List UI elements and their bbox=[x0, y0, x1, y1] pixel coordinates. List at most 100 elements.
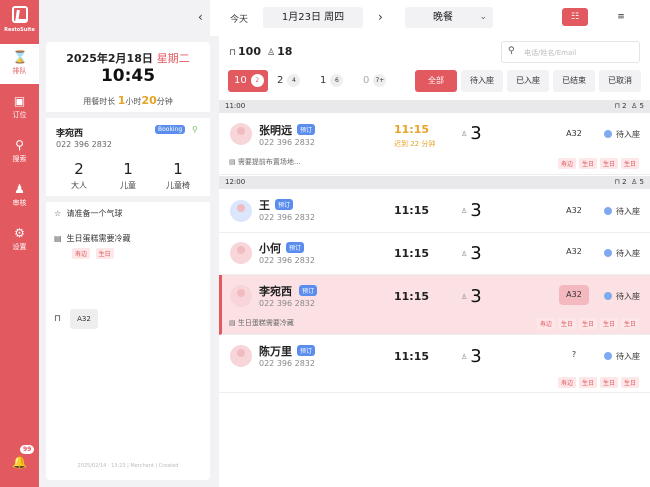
table-badge[interactable]: A32 bbox=[559, 201, 589, 221]
memo-note-text: 生日蛋糕需要冷藏 bbox=[66, 234, 131, 243]
time-section-header: 12:00 ⊓ 2 ♙ 5 bbox=[219, 176, 650, 189]
party-size-value: 3 bbox=[470, 346, 482, 367]
chevron-left-icon[interactable]: ‹ bbox=[198, 10, 203, 24]
party-filter-2[interactable]: 24 bbox=[271, 70, 311, 92]
party-size: ♙ 3 bbox=[461, 123, 482, 144]
reservation-row[interactable]: 陈万里 预订 022 396 2832 11:15 ♙ 3 ? 待入座 寿边 生日生… bbox=[219, 335, 650, 393]
status-filter-cancelled[interactable]: 已取消 bbox=[599, 70, 641, 92]
rail-item-booking[interactable]: ▣ 订位 bbox=[0, 88, 39, 128]
reservation-name: 陈万里 bbox=[259, 345, 292, 358]
guest-total-value: 18 bbox=[277, 45, 293, 58]
rail-item-queue[interactable]: ⌛ 排队 bbox=[0, 44, 39, 84]
tag-chip: 寿边 bbox=[557, 377, 576, 388]
status-label[interactable]: 待入座 bbox=[604, 291, 640, 302]
star-icon: ☆ bbox=[54, 209, 62, 218]
party-size: ♙ 3 bbox=[461, 200, 482, 221]
reservation-row[interactable]: 张明远 预订 022 396 2832 11:15 迟到 22 分钟 ♙ 3 A3… bbox=[219, 113, 650, 175]
reservation-tags: 寿边 生日 生日 生日 生日 bbox=[536, 318, 642, 329]
reservation-row[interactable]: 王 预订 022 396 2832 11:15 ♙ 3 A32 待入座 bbox=[219, 189, 650, 233]
reservation-note-text: 需要提前布置场地... bbox=[237, 158, 301, 166]
today-button[interactable]: 今天 bbox=[230, 12, 248, 25]
avatar bbox=[230, 242, 252, 264]
reservation-row-selected[interactable]: 李宛西 预订 022 396 2832 11:15 ♙ 3 A32 待入座 ▤ 生… bbox=[219, 275, 650, 335]
search-input[interactable]: ⚲ 电话/姓名/Email bbox=[501, 41, 640, 63]
tag-chip: 生日 bbox=[599, 318, 618, 329]
hourglass-icon: ⌛ bbox=[12, 50, 28, 64]
current-weekday: 星期二 bbox=[156, 52, 190, 65]
status-label[interactable]: 待入座 bbox=[604, 248, 640, 259]
guest-name: 李宛西 bbox=[56, 129, 84, 139]
list-view-button[interactable]: ≡ bbox=[608, 8, 634, 26]
rail-item-review[interactable]: ♟ 审核 bbox=[0, 176, 39, 216]
date-picker[interactable]: 1月23日 周四 bbox=[263, 7, 363, 28]
notification-badge: 99 bbox=[20, 445, 35, 454]
status-dot bbox=[604, 249, 612, 257]
status-dot bbox=[604, 292, 612, 300]
logo-text: RestoSuite bbox=[4, 27, 35, 33]
person-icon: ♙ bbox=[461, 207, 468, 215]
card-view-button[interactable]: ☷ bbox=[562, 8, 588, 26]
rail-label-search: 搜索 bbox=[12, 155, 27, 163]
request-note-text: 请准备一个气球 bbox=[66, 209, 123, 218]
party-filter-0[interactable]: 0 7+ bbox=[357, 70, 397, 92]
person-icon: ♙ bbox=[461, 353, 468, 361]
reservation-time: 11:15 bbox=[394, 350, 430, 363]
top-bar: ‹ 今天 1月23日 周四 › 晚餐 ⌄ ☷ ≡ bbox=[198, 0, 650, 36]
child-count: 1 儿童 bbox=[101, 160, 155, 191]
reservation-name: 王 bbox=[259, 199, 270, 212]
reservation-name: 小何 bbox=[259, 242, 281, 255]
status-text: 待入座 bbox=[616, 292, 640, 301]
person-icon: ♙ bbox=[461, 250, 468, 258]
reservation-phone: 022 396 2832 bbox=[259, 359, 315, 368]
status-text: 待入座 bbox=[616, 130, 640, 139]
status-filter-all[interactable]: 全部 bbox=[415, 70, 457, 92]
status-dot bbox=[604, 207, 612, 215]
status-filter-seated[interactable]: 已入座 bbox=[507, 70, 549, 92]
tag-chip: 生日 bbox=[620, 318, 639, 329]
status-filter-finished[interactable]: 已结束 bbox=[553, 70, 595, 92]
table-badge[interactable]: A32 bbox=[559, 285, 589, 305]
avatar bbox=[230, 123, 252, 145]
status-text: 待入座 bbox=[616, 207, 640, 216]
table-badge[interactable]: ? bbox=[559, 345, 589, 365]
reservation-phone: 022 396 2832 bbox=[259, 256, 315, 265]
tag-chip: 生日 bbox=[599, 158, 618, 169]
reservation-time: 11:15 bbox=[394, 247, 430, 260]
tag-chip: 生日 bbox=[620, 158, 639, 169]
person-icon: ♙ bbox=[461, 293, 468, 301]
section-summary: ⊓ 2 ♙ 5 bbox=[614, 102, 644, 110]
status-filter-waiting[interactable]: 待入座 bbox=[461, 70, 503, 92]
table-badge[interactable]: A32 bbox=[559, 242, 589, 262]
status-label[interactable]: 待入座 bbox=[604, 206, 640, 217]
rail-item-search[interactable]: ⚲ 搜索 bbox=[0, 132, 39, 172]
guest-phone: 022 396 2832 bbox=[56, 140, 112, 149]
status-label[interactable]: 待入座 bbox=[604, 351, 640, 362]
search-placeholder: 电话/姓名/Email bbox=[524, 49, 577, 57]
divider bbox=[46, 196, 210, 202]
highchair-count-label: 儿童椅 bbox=[166, 181, 190, 190]
party-filter-count: 6 bbox=[330, 74, 344, 87]
chevron-right-icon[interactable]: › bbox=[378, 10, 383, 24]
status-dot bbox=[604, 130, 612, 138]
bell-icon[interactable]: 🔔 bbox=[12, 455, 27, 469]
rail-item-settings[interactable]: ⚙ 设置 bbox=[0, 220, 39, 260]
party-filter-1[interactable]: 16 bbox=[314, 70, 354, 92]
rail-label-settings: 设置 bbox=[12, 243, 27, 251]
reservation-row[interactable]: 小何 预订 022 396 2832 11:15 ♙ 3 A32 待入座 bbox=[219, 233, 650, 275]
tag-chip: 生日 bbox=[620, 377, 639, 388]
party-filter-10[interactable]: 10 2 bbox=[228, 70, 268, 92]
person-icon: ♙ bbox=[267, 48, 276, 58]
rail-label-booking: 订位 bbox=[12, 111, 27, 119]
party-filter-label: 2 bbox=[277, 75, 284, 86]
party-filter-label: 10 bbox=[234, 75, 247, 86]
reservation-tags: 寿边 生日 生日 生日 bbox=[557, 377, 642, 388]
logo-icon bbox=[12, 6, 28, 23]
status-label[interactable]: 待入座 bbox=[604, 129, 640, 140]
search-icon: ⚲ bbox=[508, 46, 515, 56]
nav-rail: RestoSuite ⌛ 排队 ▣ 订位 ⚲ 搜索 ♟ 审核 ⚙ 设置 99 🔔 bbox=[0, 0, 39, 487]
person-icon: ♙ bbox=[461, 130, 468, 138]
party-size: ♙ 3 bbox=[461, 286, 482, 307]
assigned-table[interactable]: A32 bbox=[70, 309, 98, 329]
table-badge[interactable]: A32 bbox=[559, 124, 589, 144]
meal-select[interactable]: 晚餐 ⌄ bbox=[405, 7, 493, 28]
